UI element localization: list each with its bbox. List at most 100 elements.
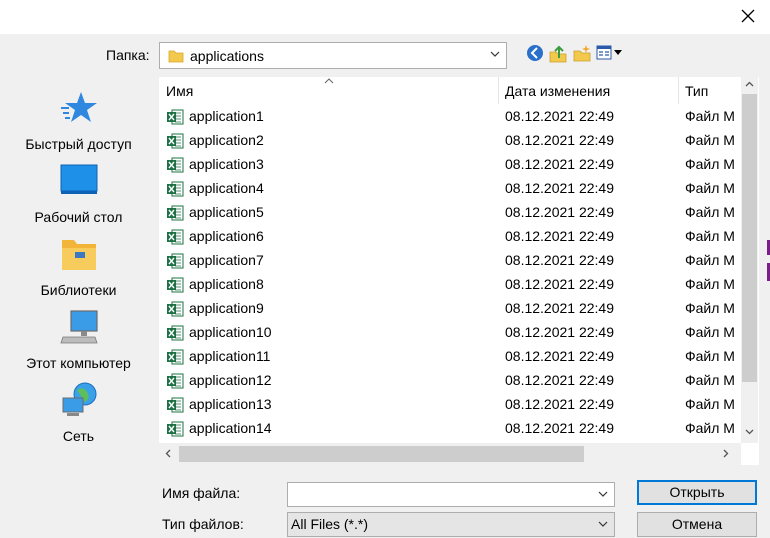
file-row[interactable]: application10 08.12.2021 22:49 Файл M	[159, 321, 741, 345]
column-type[interactable]: Тип	[685, 83, 708, 99]
file-type-cell: Файл M	[685, 324, 735, 340]
scroll-right-icon[interactable]	[723, 449, 729, 458]
file-name-cell: application10	[189, 324, 272, 340]
file-type-cell: Файл M	[685, 252, 735, 268]
file-name-cell: application7	[189, 252, 264, 268]
place-this-pc[interactable]: Этот компьютер	[6, 307, 151, 377]
place-quick-access[interactable]: Быстрый доступ	[6, 88, 151, 158]
file-row[interactable]: application5 08.12.2021 22:49 Файл M	[159, 201, 741, 225]
file-row[interactable]: application11 08.12.2021 22:49 Файл M	[159, 345, 741, 369]
file-date-cell: 08.12.2021 22:49	[505, 372, 614, 388]
title-bar	[0, 0, 770, 34]
file-type-cell: Файл M	[685, 132, 735, 148]
excel-file-icon	[166, 228, 184, 249]
file-row[interactable]: application6 08.12.2021 22:49 Файл M	[159, 225, 741, 249]
file-row[interactable]: application9 08.12.2021 22:49 Файл M	[159, 297, 741, 321]
computer-icon	[59, 310, 98, 344]
column-date[interactable]: Дата изменения	[505, 83, 610, 99]
file-type-cell: Файл M	[685, 204, 735, 220]
scroll-left-icon[interactable]	[165, 449, 171, 458]
scroll-down-icon[interactable]	[745, 429, 754, 435]
file-date-cell: 08.12.2021 22:49	[505, 300, 614, 316]
file-row[interactable]: application3 08.12.2021 22:49 Файл M	[159, 153, 741, 177]
chevron-down-icon[interactable]	[490, 51, 500, 58]
file-date-cell: 08.12.2021 22:49	[505, 156, 614, 172]
file-row[interactable]: application2 08.12.2021 22:49 Файл M	[159, 129, 741, 153]
folder-label: Папка:	[106, 47, 150, 63]
file-name-field[interactable]	[287, 482, 615, 507]
file-type-cell: Файл M	[685, 396, 735, 412]
file-row[interactable]: application7 08.12.2021 22:49 Файл M	[159, 249, 741, 273]
places-bar: Быстрый доступ Рабочий стол Библиотеки Э…	[6, 78, 151, 458]
sort-ascending-icon	[324, 78, 334, 84]
excel-file-icon	[166, 276, 184, 297]
file-type-cell: Файл M	[685, 276, 735, 292]
file-name-cell: application4	[189, 180, 264, 196]
file-type-cell: Файл M	[685, 228, 735, 244]
open-button[interactable]: Открыть	[637, 480, 757, 505]
file-type-cell: Файл M	[685, 420, 735, 436]
file-name-cell: application12	[189, 372, 272, 388]
file-row[interactable]: application13 08.12.2021 22:49 Файл M	[159, 393, 741, 417]
libraries-icon	[61, 240, 96, 270]
up-folder-icon[interactable]	[548, 44, 568, 64]
star-icon	[60, 92, 97, 122]
column-header: Имя Дата изменения Тип	[159, 77, 741, 104]
folder-combo[interactable]: applications	[159, 42, 507, 69]
close-button[interactable]	[734, 4, 762, 28]
file-date-cell: 08.12.2021 22:49	[505, 228, 614, 244]
excel-file-icon	[166, 300, 184, 321]
file-type-cell: Файл M	[685, 372, 735, 388]
excel-file-icon	[166, 372, 184, 393]
file-list[interactable]: Имя Дата изменения Тип application1 08.12…	[159, 77, 759, 465]
vertical-scrollbar[interactable]	[741, 77, 758, 443]
scroll-up-icon[interactable]	[745, 81, 754, 87]
file-date-cell: 08.12.2021 22:49	[505, 420, 614, 436]
new-folder-icon[interactable]	[572, 44, 592, 64]
file-date-cell: 08.12.2021 22:49	[505, 324, 614, 340]
excel-file-icon	[166, 348, 184, 369]
file-name-label: Имя файла:	[162, 485, 241, 501]
file-name-cell: application9	[189, 300, 264, 316]
file-name-cell: application2	[189, 132, 264, 148]
file-name-cell: application3	[189, 156, 264, 172]
file-row[interactable]: application1 08.12.2021 22:49 Файл M	[159, 105, 741, 129]
excel-file-icon	[166, 420, 184, 441]
cancel-button[interactable]: Отмена	[637, 512, 757, 537]
file-date-cell: 08.12.2021 22:49	[505, 396, 614, 412]
chevron-down-icon[interactable]	[598, 521, 608, 528]
file-date-cell: 08.12.2021 22:49	[505, 132, 614, 148]
column-name[interactable]: Имя	[166, 83, 193, 99]
file-type-cell: Файл M	[685, 108, 735, 124]
file-type-cell: Файл M	[685, 300, 735, 316]
horizontal-scroll-thumb[interactable]	[179, 446, 584, 462]
file-row[interactable]: application14 08.12.2021 22:49 Файл M	[159, 417, 741, 441]
file-date-cell: 08.12.2021 22:49	[505, 252, 614, 268]
place-libraries[interactable]: Библиотеки	[6, 234, 151, 304]
excel-file-icon	[166, 108, 184, 129]
excel-file-icon	[166, 204, 184, 225]
view-menu-icon[interactable]	[596, 44, 626, 64]
vertical-scroll-thumb[interactable]	[742, 94, 757, 382]
file-date-cell: 08.12.2021 22:49	[505, 180, 614, 196]
file-type-cell: Файл M	[685, 180, 735, 196]
file-date-cell: 08.12.2021 22:49	[505, 348, 614, 364]
chevron-down-icon[interactable]	[598, 491, 608, 498]
file-name-cell: application5	[189, 204, 264, 220]
place-desktop[interactable]: Рабочий стол	[6, 161, 151, 231]
desktop-icon	[60, 164, 97, 194]
file-row[interactable]: application4 08.12.2021 22:49 Файл M	[159, 177, 741, 201]
file-name-cell: application1	[189, 108, 264, 124]
file-name-cell: application13	[189, 396, 272, 412]
folder-icon	[168, 50, 184, 63]
file-date-cell: 08.12.2021 22:49	[505, 108, 614, 124]
place-network[interactable]: Сеть	[6, 380, 151, 450]
file-name-cell: application6	[189, 228, 264, 244]
horizontal-scrollbar[interactable]	[159, 443, 741, 465]
back-icon[interactable]	[526, 44, 546, 64]
file-row[interactable]: application12 08.12.2021 22:49 Файл M	[159, 369, 741, 393]
file-name-cell: application11	[189, 348, 271, 364]
file-row[interactable]: application8 08.12.2021 22:49 Файл M	[159, 273, 741, 297]
file-type-select[interactable]: All Files (*.*)	[287, 512, 615, 537]
file-type-value: All Files (*.*)	[291, 516, 369, 532]
